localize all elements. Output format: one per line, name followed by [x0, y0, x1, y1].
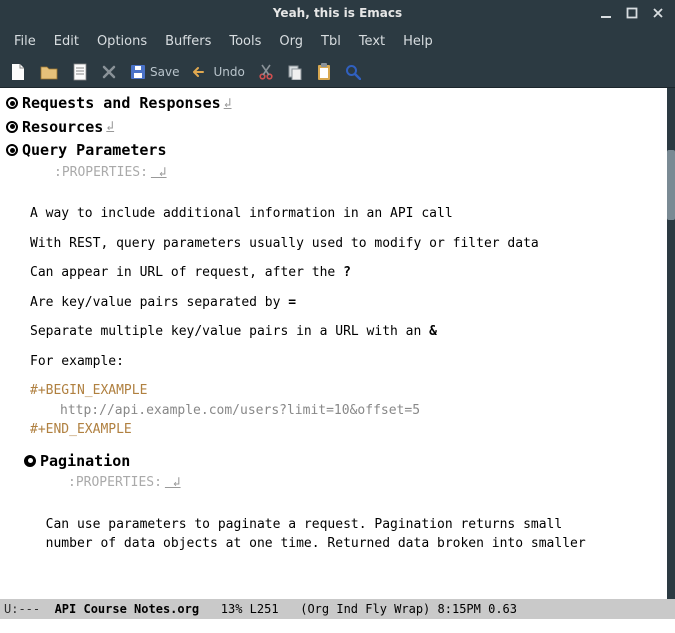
example-block-begin: #+BEGIN_EXAMPLE [30, 381, 673, 401]
example-url: http://api.example.com/users?limit=10&of… [60, 401, 673, 421]
save-button[interactable]: Save [130, 64, 179, 80]
menu-org[interactable]: Org [271, 30, 311, 53]
undo-label: Undo [213, 65, 244, 79]
editor-buffer[interactable]: Requests and Responses ↲ Resources ↲ Que… [0, 88, 675, 599]
modeline-modes: (Org Ind Fly Wrap) [300, 602, 437, 616]
window-title: Yeah, this is Emacs [273, 6, 402, 20]
menu-tools[interactable]: Tools [221, 30, 269, 53]
copy-button[interactable] [287, 64, 303, 80]
menu-tbl[interactable]: Tbl [313, 30, 349, 53]
new-file-button[interactable] [10, 63, 26, 81]
close-file-button[interactable] [102, 65, 116, 79]
menu-file[interactable]: File [6, 30, 44, 53]
minimize-button[interactable] [595, 4, 617, 22]
search-button[interactable] [345, 64, 361, 80]
maximize-button[interactable] [621, 4, 643, 22]
window-titlebar: Yeah, this is Emacs [0, 0, 675, 26]
paste-button[interactable] [317, 63, 331, 81]
properties-drawer[interactable]: :PROPERTIES: [68, 475, 162, 490]
scrollbar-track[interactable] [667, 88, 675, 599]
heading-bullet-icon [6, 144, 18, 156]
body-line: With REST, query parameters usually used… [30, 234, 673, 254]
heading-query: Query Parameters [22, 139, 167, 162]
recent-file-button[interactable] [72, 63, 88, 81]
body-line: number of data objects at one time. Retu… [30, 534, 673, 554]
fold-indicator-icon[interactable]: ↲ [162, 475, 181, 490]
tool-bar: Save Undo [0, 56, 675, 88]
menu-bar: File Edit Options Buffers Tools Org Tbl … [0, 26, 675, 56]
menu-edit[interactable]: Edit [46, 30, 87, 53]
menu-options[interactable]: Options [89, 30, 155, 53]
heading-bullet-icon [6, 121, 18, 133]
fold-indicator-icon[interactable]: ↲ [221, 94, 232, 114]
scrollbar-thumb[interactable] [667, 150, 675, 220]
cut-button[interactable] [259, 64, 273, 80]
heading-bullet-icon [6, 97, 18, 109]
body-line: Can appear in URL of request, after the … [30, 263, 673, 283]
mode-line[interactable]: U:--- API Course Notes.org 13% L251 (Org… [0, 599, 675, 619]
undo-button[interactable]: Undo [193, 65, 244, 79]
body-line: Separate multiple key/value pairs in a U… [30, 322, 673, 342]
body-line: A way to include additional information … [30, 204, 673, 224]
example-block-end: #+END_EXAMPLE [30, 420, 673, 440]
menu-text[interactable]: Text [351, 30, 393, 53]
heading-resources: Resources [22, 116, 103, 139]
heading-requests: Requests and Responses [22, 92, 221, 115]
heading-pagination: Pagination [40, 450, 130, 473]
fold-indicator-icon[interactable]: ↲ [103, 117, 114, 137]
close-button[interactable] [647, 4, 669, 22]
menu-help[interactable]: Help [395, 30, 441, 53]
properties-drawer[interactable]: :PROPERTIES: [54, 165, 148, 180]
body-line: Are key/value pairs separated by = [30, 293, 673, 313]
modeline-buffer-name: API Course Notes.org [47, 602, 199, 616]
minibuffer[interactable] [0, 619, 675, 633]
save-label: Save [150, 65, 179, 79]
open-file-button[interactable] [40, 64, 58, 80]
modeline-position: 13% L251 [199, 602, 300, 616]
body-line: For example: [30, 352, 673, 372]
modeline-time: 8:15PM 0.63 [438, 602, 517, 616]
body-line: Can use parameters to paginate a request… [30, 515, 673, 535]
modeline-coding: U:--- [4, 602, 47, 616]
heading-bullet-icon [24, 455, 36, 467]
menu-buffers[interactable]: Buffers [157, 30, 219, 53]
fold-indicator-icon[interactable]: ↲ [148, 165, 167, 180]
